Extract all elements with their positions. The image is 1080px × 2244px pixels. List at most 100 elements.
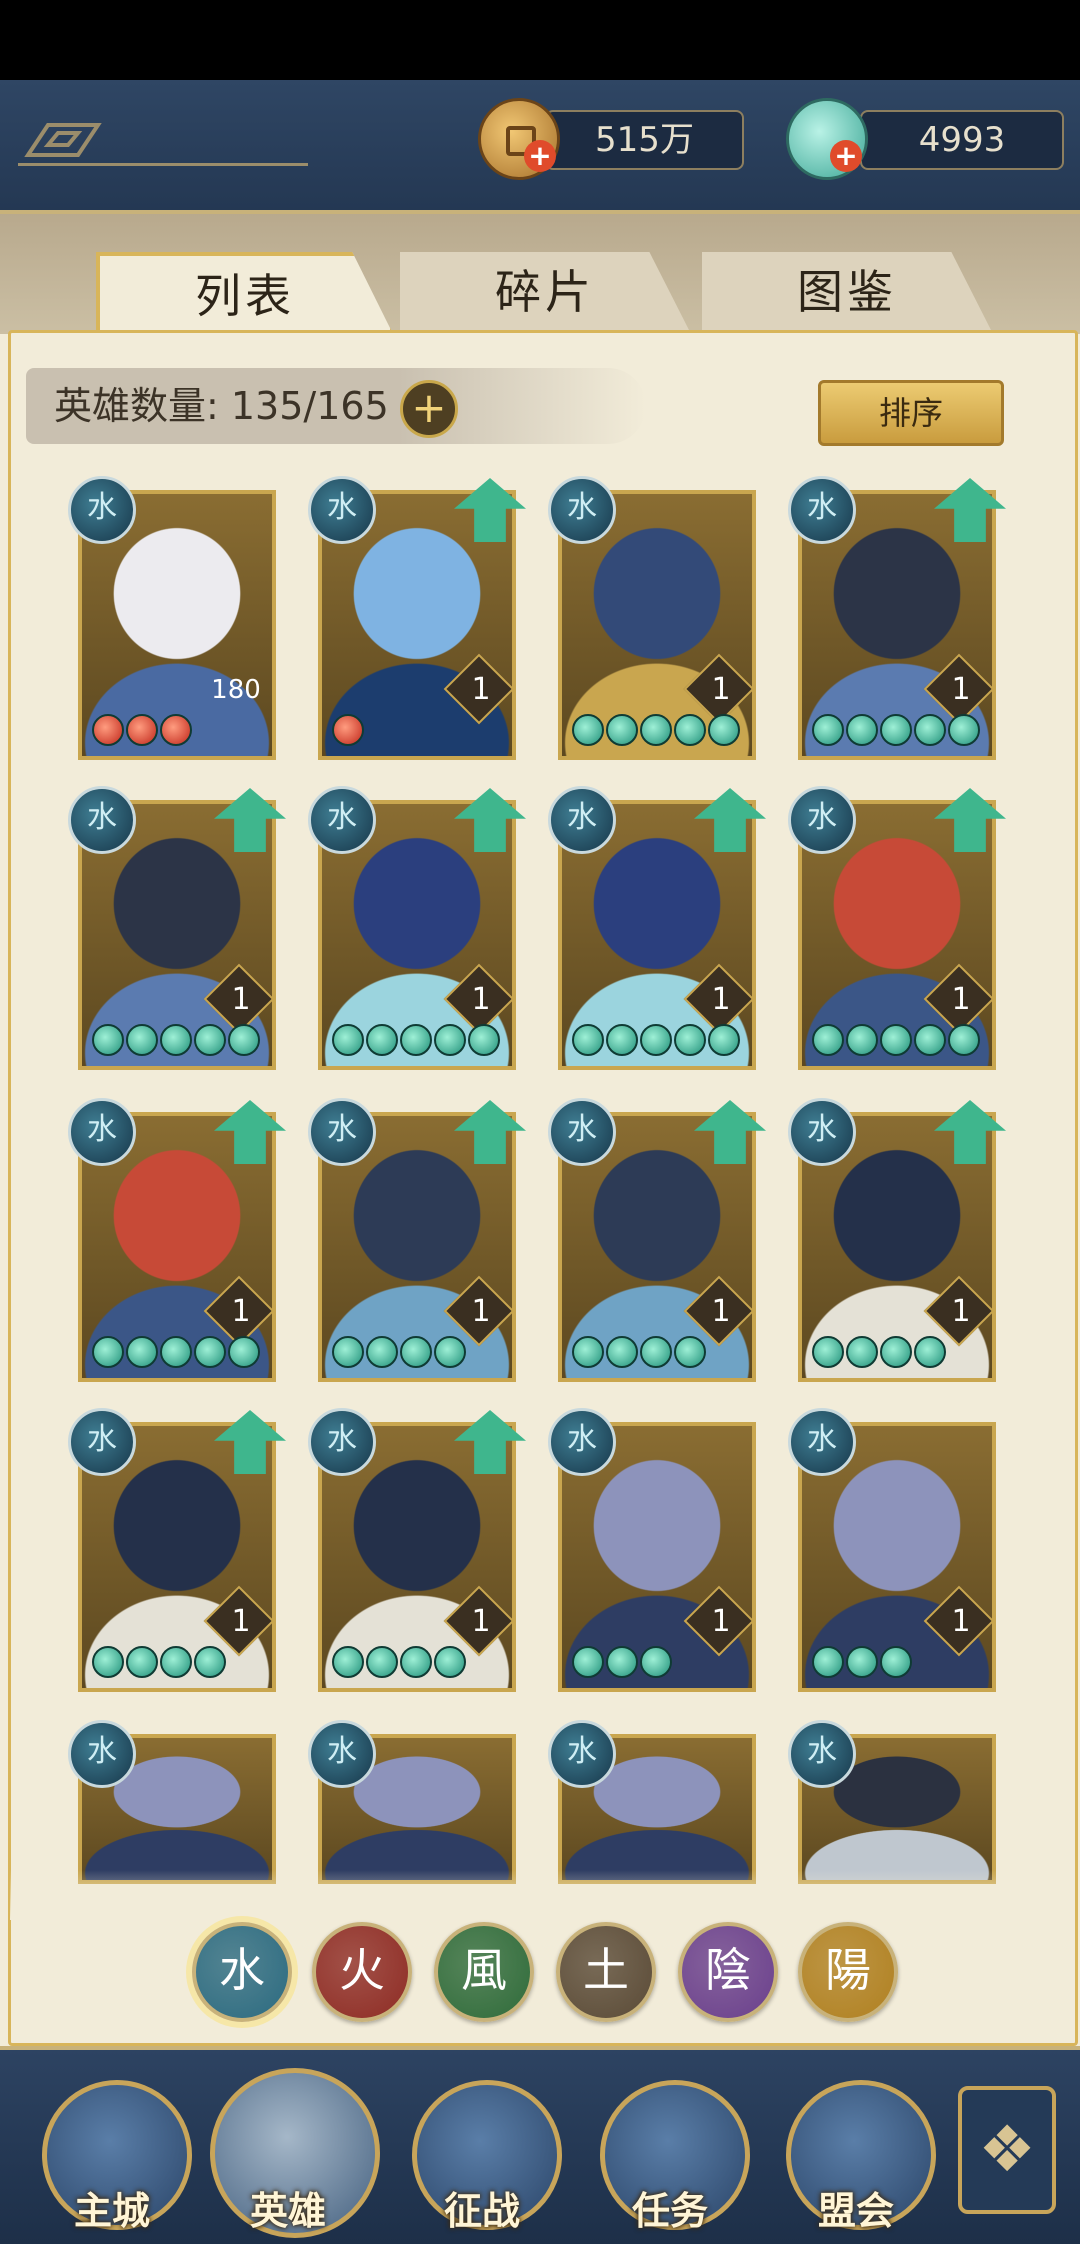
star-icon: [914, 1336, 946, 1368]
star-icon: [434, 1336, 466, 1368]
water-element-icon: 水: [548, 1720, 616, 1788]
grid-fade: [10, 1870, 1070, 1920]
star-rating: [572, 1336, 706, 1370]
coin-amount: 515万: [545, 110, 744, 170]
star-icon: [160, 1336, 192, 1368]
jade-amount: 4993: [860, 110, 1064, 170]
expand-capacity-button[interactable]: +: [400, 380, 458, 438]
star-icon: [640, 1646, 672, 1678]
star-rating: [332, 1646, 466, 1680]
hero-level: 1: [711, 982, 731, 1017]
star-icon: [846, 1646, 878, 1678]
star-icon: [228, 1336, 260, 1368]
water-element-icon: 水: [308, 1720, 376, 1788]
star-rating: [812, 1336, 946, 1370]
tab-codex-label: 图鉴: [797, 265, 897, 319]
water-element-icon: 水: [788, 1408, 856, 1476]
star-icon: [126, 1646, 158, 1678]
add-jade-button[interactable]: +: [830, 140, 862, 172]
star-icon: [160, 1024, 192, 1056]
star-rating: [92, 1336, 260, 1370]
tab-list[interactable]: 列表: [96, 252, 394, 336]
star-rating: [92, 714, 192, 748]
sort-button[interactable]: 排序: [818, 380, 1004, 446]
star-icon: [674, 714, 706, 746]
star-icon: [332, 1646, 364, 1678]
nav-label: 主城: [73, 2189, 150, 2233]
star-icon: [366, 1024, 398, 1056]
star-icon: [674, 1336, 706, 1368]
star-icon: [914, 1024, 946, 1056]
water-element-icon: 水: [68, 786, 136, 854]
hero-count-text: 英雄数量: 135/165: [54, 384, 389, 428]
water-element-icon: 水: [308, 1098, 376, 1166]
star-icon: [366, 1646, 398, 1678]
water-element-icon: 水: [308, 786, 376, 854]
hero-level: 1: [711, 1294, 731, 1329]
star-icon: [606, 1024, 638, 1056]
hero-level: 1: [951, 982, 971, 1017]
water-element-icon: 水: [548, 786, 616, 854]
hero-level: 1: [231, 982, 251, 1017]
hero-level: 1: [951, 1604, 971, 1639]
water-element-icon: 水: [788, 476, 856, 544]
tab-codex[interactable]: 图鉴: [702, 252, 992, 332]
star-rating: [332, 1336, 466, 1370]
nav-label: 英雄: [249, 2189, 326, 2233]
star-icon: [572, 1336, 604, 1368]
element-filter-5[interactable]: 陰: [678, 1922, 778, 2022]
water-element-icon: 水: [68, 1408, 136, 1476]
star-icon: [606, 714, 638, 746]
star-icon: [640, 1336, 672, 1368]
star-icon: [640, 714, 672, 746]
menu-button[interactable]: ❖: [958, 2086, 1056, 2214]
element-filter-3[interactable]: 風: [434, 1922, 534, 2022]
star-icon: [606, 1646, 638, 1678]
element-filter-4[interactable]: 土: [556, 1922, 656, 2022]
star-icon: [126, 1024, 158, 1056]
star-icon: [366, 1336, 398, 1368]
star-icon: [572, 714, 604, 746]
star-icon: [126, 1336, 158, 1368]
star-icon: [434, 1646, 466, 1678]
star-icon: [400, 1336, 432, 1368]
star-rating: [812, 1646, 912, 1680]
tab-fragments[interactable]: 碎片: [400, 252, 690, 332]
star-icon: [846, 714, 878, 746]
star-icon: [332, 714, 364, 746]
star-icon: [92, 1646, 124, 1678]
star-icon: [332, 1024, 364, 1056]
hero-level: 1: [471, 1294, 491, 1329]
star-icon: [674, 1024, 706, 1056]
nav-label: 征战: [443, 2189, 520, 2233]
star-icon: [126, 714, 158, 746]
add-coin-button[interactable]: +: [524, 140, 556, 172]
star-icon: [332, 1336, 364, 1368]
star-rating: [572, 1024, 740, 1058]
element-filter-2[interactable]: 火: [312, 1922, 412, 2022]
star-rating: [572, 714, 740, 748]
star-icon: [640, 1024, 672, 1056]
element-filter-6[interactable]: 陽: [798, 1922, 898, 2022]
star-icon: [812, 1336, 844, 1368]
coin-amount-text: 515万: [595, 120, 694, 160]
star-rating: [812, 714, 980, 748]
star-icon: [92, 1024, 124, 1056]
star-icon: [948, 714, 980, 746]
star-icon: [400, 1646, 432, 1678]
nav-label: 盟会: [817, 2189, 894, 2233]
star-rating: [332, 714, 364, 748]
hero-level: 1: [471, 672, 491, 707]
hero-count: 英雄数量: 135/165: [26, 368, 646, 444]
hero-level: 180: [211, 675, 261, 705]
star-rating: [92, 1646, 226, 1680]
element-filter-1[interactable]: 水: [192, 1922, 292, 2022]
star-icon: [228, 1024, 260, 1056]
star-icon: [606, 1336, 638, 1368]
water-element-icon: 水: [308, 1408, 376, 1476]
star-icon: [160, 1646, 192, 1678]
star-icon: [400, 1024, 432, 1056]
star-icon: [880, 1024, 912, 1056]
star-icon: [572, 1646, 604, 1678]
star-icon: [194, 1024, 226, 1056]
